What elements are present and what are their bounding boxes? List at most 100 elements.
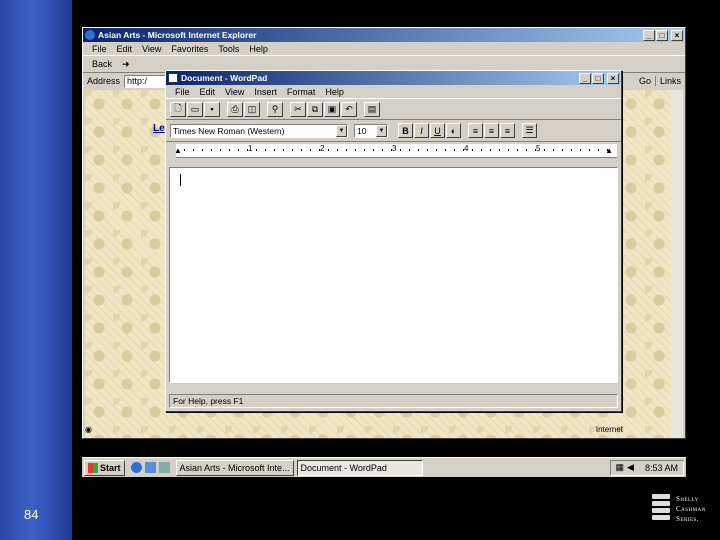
publisher-logo: Shelly Cashman Series. <box>652 492 716 528</box>
ruler-tick <box>301 149 302 151</box>
ruler-tick <box>202 149 203 151</box>
task-wordpad[interactable]: Document - WordPad <box>296 459 423 476</box>
cut-icon[interactable]: ✂ <box>290 101 306 117</box>
ruler-tick <box>292 149 293 151</box>
forward-arrow-icon[interactable]: ➜ <box>117 59 135 70</box>
ie-quicklaunch-icon[interactable] <box>130 462 142 473</box>
menu-edit[interactable]: Edit <box>195 87 221 97</box>
ruler-tick <box>571 149 572 151</box>
menu-help[interactable]: Help <box>244 44 273 54</box>
menu-edit[interactable]: Edit <box>112 44 138 54</box>
ruler[interactable]: 1 2 3 4 5 ▲ ▲ <box>176 144 617 158</box>
menu-help[interactable]: Help <box>320 87 349 97</box>
page-status-icon: ◉ <box>85 425 92 434</box>
wordpad-title-bar[interactable]: Document - WordPad _ □ × <box>166 71 621 85</box>
copy-icon[interactable]: ⧉ <box>307 101 323 117</box>
wordpad-title: Document - WordPad <box>181 73 268 83</box>
wordpad-icon <box>168 73 178 83</box>
date-time-icon[interactable]: ▤ <box>364 101 380 117</box>
new-icon[interactable]: 🗋 <box>170 101 186 117</box>
font-name-select[interactable]: Times New Roman (Western) ▼ <box>170 123 348 138</box>
align-left-icon[interactable]: ≡ <box>468 123 483 138</box>
start-button[interactable]: Start <box>84 459 125 476</box>
desktop-quicklaunch-icon[interactable] <box>158 462 170 473</box>
ruler-tick <box>427 149 428 151</box>
page-link[interactable]: Le <box>153 123 165 134</box>
ruler-tick <box>256 149 257 151</box>
ruler-tick <box>481 149 482 151</box>
ruler-number: 1 <box>248 144 253 153</box>
back-button[interactable]: Back <box>87 59 117 69</box>
align-right-icon[interactable]: ≡ <box>500 123 515 138</box>
ie-scrollbar[interactable] <box>671 90 683 438</box>
minimize-button[interactable]: _ <box>643 29 655 41</box>
align-center-icon[interactable]: ≡ <box>484 123 499 138</box>
menu-file[interactable]: File <box>87 44 112 54</box>
ruler-tick <box>535 149 536 151</box>
print-icon[interactable]: ⎙ <box>227 101 243 117</box>
network-icon[interactable]: ▦ <box>616 462 625 473</box>
ruler-number: 2 <box>320 144 325 153</box>
menu-view[interactable]: View <box>220 87 249 97</box>
book-stack-icon <box>652 494 670 524</box>
ie-menu-bar: File Edit View Favorites Tools Help <box>83 42 685 55</box>
color-icon[interactable]: ◐ <box>446 123 461 138</box>
underline-button[interactable]: U <box>430 123 445 138</box>
bullets-icon[interactable]: ☰ <box>522 123 537 138</box>
undo-icon[interactable]: ↶ <box>341 101 357 117</box>
font-size-select[interactable]: 10 ▼ <box>354 123 388 138</box>
menu-favorites[interactable]: Favorites <box>166 44 213 54</box>
indent-marker-icon[interactable]: ▲ <box>176 146 182 155</box>
clock: 8:53 AM <box>644 462 678 473</box>
ruler-tick <box>580 149 581 151</box>
slide-page-number: 84 <box>24 507 39 522</box>
ie-title: Asian Arts - Microsoft Internet Explorer <box>98 30 257 40</box>
find-icon[interactable]: ⚲ <box>267 101 283 117</box>
bold-button[interactable]: B <box>398 123 413 138</box>
ruler-tick <box>382 149 383 151</box>
volume-icon[interactable]: ◀ <box>627 462 634 473</box>
ruler-tick <box>445 149 446 151</box>
ruler-tick <box>364 149 365 151</box>
task-ie[interactable]: Asian Arts - Microsoft Inte... <box>175 459 294 476</box>
menu-file[interactable]: File <box>170 87 195 97</box>
ruler-tick <box>553 149 554 151</box>
ruler-tick <box>373 149 374 151</box>
close-button[interactable]: × <box>607 72 619 84</box>
taskbar: Start Asian Arts - Microsoft Inte... Doc… <box>82 457 686 477</box>
outlook-quicklaunch-icon[interactable] <box>144 462 156 473</box>
close-button[interactable]: × <box>671 29 683 41</box>
open-icon[interactable]: ▭ <box>187 101 203 117</box>
paste-icon[interactable]: ▣ <box>324 101 340 117</box>
ruler-tick <box>490 149 491 151</box>
menu-format[interactable]: Format <box>282 87 321 97</box>
quick-launch <box>130 462 170 473</box>
links-button[interactable]: Links <box>654 76 685 86</box>
ruler-tick <box>229 149 230 151</box>
menu-tools[interactable]: Tools <box>213 44 244 54</box>
go-button[interactable]: Go <box>635 76 655 86</box>
ruler-tick <box>220 149 221 151</box>
minimize-button[interactable]: _ <box>579 72 591 84</box>
maximize-button[interactable]: □ <box>592 72 604 84</box>
menu-insert[interactable]: Insert <box>249 87 282 97</box>
menu-view[interactable]: View <box>137 44 166 54</box>
ruler-tick <box>517 149 518 151</box>
ruler-tick <box>355 149 356 151</box>
save-icon[interactable]: ▪ <box>204 101 220 117</box>
chevron-down-icon: ▼ <box>376 124 387 137</box>
print-preview-icon[interactable]: ◫ <box>244 101 260 117</box>
ie-title-bar[interactable]: Asian Arts - Microsoft Internet Explorer… <box>83 28 685 42</box>
wordpad-window: Document - WordPad _ □ × File Edit View … <box>165 70 622 412</box>
document-area[interactable] <box>169 167 618 383</box>
ruler-tick <box>526 149 527 151</box>
internet-zone: Internet <box>595 425 623 434</box>
ruler-tick <box>337 149 338 151</box>
ruler-tick <box>184 149 185 151</box>
italic-button[interactable]: I <box>414 123 429 138</box>
ruler-tick <box>310 149 311 151</box>
maximize-button[interactable]: □ <box>656 29 668 41</box>
ruler-tick <box>265 149 266 151</box>
publisher-name: Shelly Cashman Series. <box>676 495 706 523</box>
ruler-tick <box>328 149 329 151</box>
